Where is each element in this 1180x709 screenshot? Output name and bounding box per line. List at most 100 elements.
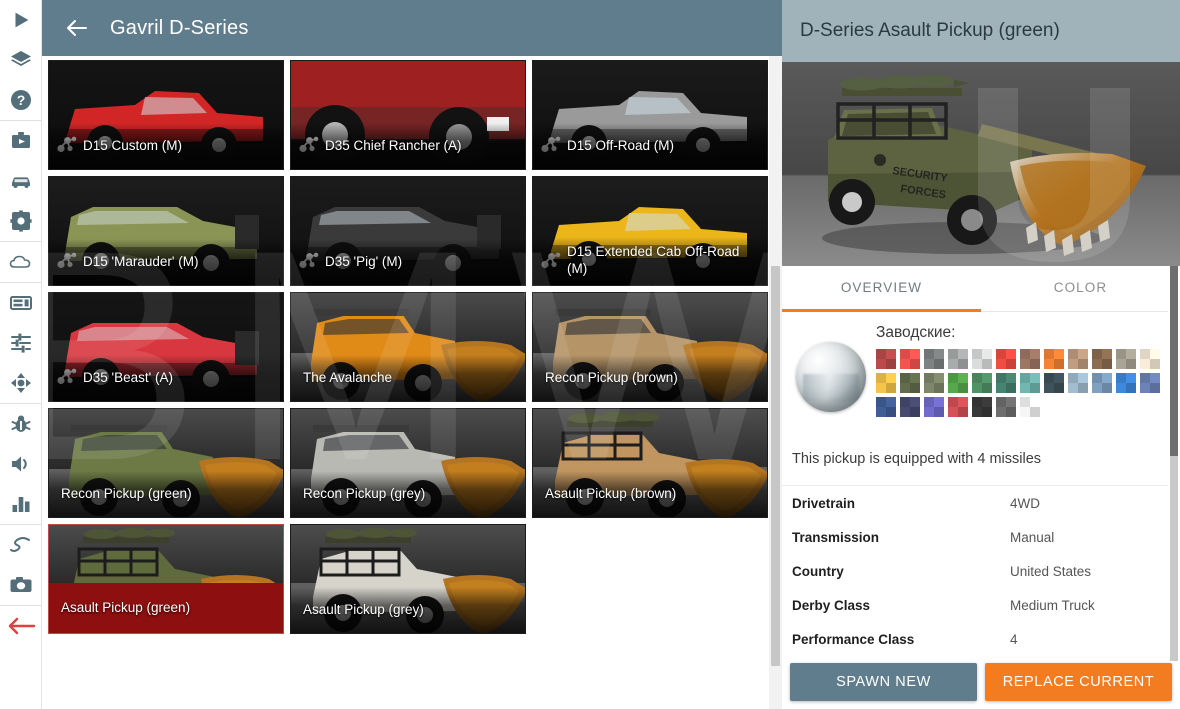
vehicle-card[interactable]: D15 Custom (M) (48, 60, 284, 170)
vehicle-card[interactable]: Asault Pickup (grey) (290, 524, 526, 634)
detail-title: D-Series Asault Pickup (green) (782, 0, 1180, 62)
paint-section-title: Заводские: (876, 324, 956, 341)
spec-key: Derby Class (792, 597, 871, 613)
vehicle-detail-panel: D-Series Asault Pickup (green) SECURITY … (782, 0, 1180, 709)
paint-swatch[interactable] (900, 349, 920, 369)
paint-swatch[interactable] (996, 349, 1016, 369)
detail-scrollbar-track[interactable] (1170, 456, 1178, 661)
chart-icon[interactable] (0, 484, 42, 524)
spec-row: Drivetrain 4WD (792, 486, 1164, 520)
paint-swatch[interactable] (996, 397, 1016, 417)
vehicle-card[interactable]: D15 Extended Cab Off-Road (M) (532, 176, 768, 286)
rail-group-misc (0, 525, 41, 605)
spec-value: Manual (1010, 529, 1055, 545)
detail-scrollbar[interactable] (1168, 266, 1180, 661)
paint-swatch[interactable] (1044, 349, 1064, 369)
vehicle-card-label: D15 'Marauder' (M) (49, 239, 283, 285)
paint-swatch[interactable] (1140, 349, 1160, 369)
rail-group-top: ? (0, 0, 41, 120)
vehicle-card-label: D15 Extended Cab Off-Road (M) (533, 237, 767, 285)
spec-row: Performance Class 4 (792, 622, 1164, 656)
paint-swatch[interactable] (1092, 349, 1112, 369)
bug-icon[interactable] (0, 404, 42, 444)
vehicle-card-label: Asault Pickup (brown) (533, 471, 767, 517)
vehicle-card[interactable]: Recon Pickup (brown) (532, 292, 768, 402)
tab-overview[interactable]: OVERVIEW (782, 266, 981, 312)
paint-swatch[interactable] (972, 397, 992, 417)
vehicle-card[interactable]: D35 Chief Rancher (A) (290, 60, 526, 170)
sliders-icon[interactable] (0, 323, 42, 363)
vehicle-card[interactable]: Recon Pickup (green) (48, 408, 284, 518)
paint-swatch[interactable] (1044, 373, 1064, 393)
nodes-icon[interactable] (0, 363, 42, 403)
dashboard-icon[interactable] (0, 283, 42, 323)
paint-swatch[interactable] (876, 397, 896, 417)
back-arrow-icon[interactable] (0, 606, 42, 646)
paint-swatch[interactable] (1020, 349, 1040, 369)
paint-swatch[interactable] (924, 373, 944, 393)
scrollbar-thumb[interactable] (771, 266, 780, 666)
paint-swatch[interactable] (1092, 373, 1112, 393)
paint-swatch[interactable] (924, 397, 944, 417)
help-icon[interactable]: ? (0, 80, 42, 120)
paint-swatch[interactable] (996, 373, 1016, 393)
paint-swatch[interactable] (1020, 397, 1040, 417)
rail-group-env (0, 242, 41, 282)
paint-swatch[interactable] (972, 349, 992, 369)
replay-icon[interactable] (0, 121, 42, 161)
vehicle-card[interactable]: The Avalanche (290, 292, 526, 402)
paint-swatch[interactable] (1068, 349, 1088, 369)
paint-swatch[interactable] (876, 349, 896, 369)
spawn-new-button[interactable]: SPAWN NEW (790, 663, 977, 701)
sound-icon[interactable] (0, 444, 42, 484)
vehicle-card[interactable]: Asault Pickup (green) (48, 524, 284, 634)
vehicle-card[interactable]: D35 'Pig' (M) (290, 176, 526, 286)
vehicle-card[interactable]: Recon Pickup (grey) (290, 408, 526, 518)
paint-swatch[interactable] (1020, 373, 1040, 393)
vehicle-spec-table: Drivetrain 4WD Transmission Manual Country Un… (782, 486, 1180, 656)
play-icon[interactable] (0, 0, 42, 40)
scribble-icon[interactable] (0, 525, 42, 565)
paint-swatch-grid (876, 349, 1166, 417)
vehicle-card[interactable]: D35 'Beast' (A) (48, 292, 284, 402)
vehicle-grid: D35 V8 Crew Cab (M) D35 V8 4WD Crew Cab … (42, 0, 782, 640)
back-button[interactable] (64, 15, 90, 41)
rail-group-debug (0, 404, 41, 524)
paint-swatch[interactable] (948, 373, 968, 393)
paint-swatch[interactable] (1068, 373, 1088, 393)
vehicle-icon[interactable] (0, 161, 42, 201)
spec-row: Country United States (792, 554, 1164, 588)
paint-swatch[interactable] (1116, 373, 1136, 393)
camera-icon[interactable] (0, 565, 42, 605)
vehicle-card[interactable]: Asault Pickup (brown) (532, 408, 768, 518)
paint-swatch[interactable] (972, 373, 992, 393)
detail-scrollbar-thumb[interactable] (1170, 266, 1178, 456)
paint-selector: Заводские: (782, 312, 1180, 425)
paint-swatch[interactable] (948, 397, 968, 417)
vehicle-card[interactable]: D15 'Marauder' (M) (48, 176, 284, 286)
paint-swatch[interactable] (1140, 373, 1160, 393)
paint-swatch-area: Заводские: (866, 324, 1166, 417)
vehicle-grid-scrollbar[interactable] (769, 56, 782, 709)
vehicle-card[interactable]: D15 Off-Road (M) (532, 60, 768, 170)
tab-color[interactable]: COLOR (981, 266, 1180, 312)
paint-swatch[interactable] (1116, 349, 1136, 369)
paint-preview-sphere[interactable] (796, 342, 866, 412)
replace-current-button[interactable]: REPLACE CURRENT (985, 663, 1172, 701)
vehicle-preview-image: SECURITY FORCES (782, 62, 1180, 266)
paint-swatch[interactable] (876, 373, 896, 393)
paint-swatch[interactable] (948, 349, 968, 369)
paint-swatch[interactable] (900, 397, 920, 417)
spec-row: Transmission Manual (792, 520, 1164, 554)
spec-row: Derby Class Medium Truck (792, 588, 1164, 622)
settings-icon[interactable] (0, 201, 42, 241)
paint-swatch[interactable] (900, 373, 920, 393)
cloud-icon[interactable] (0, 242, 42, 282)
rail-group-sim (0, 121, 41, 241)
layers-icon[interactable] (0, 40, 42, 80)
spec-value: 4 (1010, 631, 1018, 647)
rail-group-tools (0, 283, 41, 403)
vehicle-grid-scroll[interactable]: D35 V8 Crew Cab (M) D35 V8 4WD Crew Cab … (42, 0, 782, 709)
vehicle-browser: D35 V8 Crew Cab (M) D35 V8 4WD Crew Cab … (42, 0, 782, 709)
paint-swatch[interactable] (924, 349, 944, 369)
